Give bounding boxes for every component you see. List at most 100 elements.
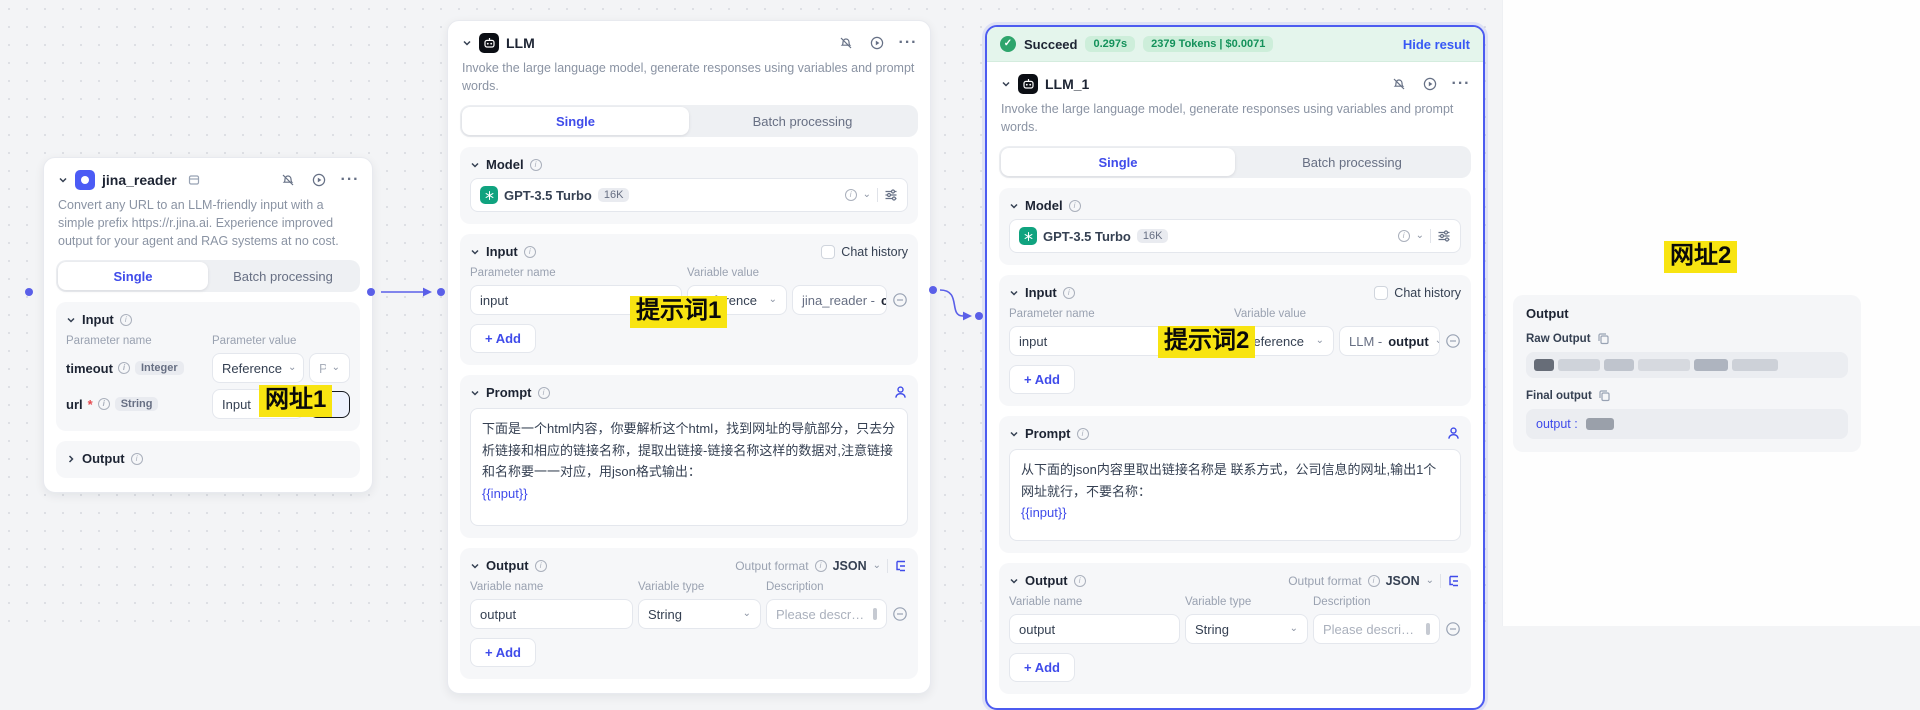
add-output-button[interactable]: + Add (1009, 653, 1075, 682)
prompt-editor[interactable]: 下面是一个html内容，你要解析这个html，找到网址的导航部分，只去分析链接和… (470, 408, 908, 526)
info-icon: i (1063, 287, 1075, 299)
tab-single[interactable]: Single (1001, 148, 1235, 176)
model-params-icon[interactable] (884, 188, 898, 202)
model-name: GPT-3.5 Turbo (1043, 229, 1131, 244)
variable-type-select[interactable]: String⌄ (1185, 614, 1308, 644)
node-llm[interactable]: LLM ··· Invoke the large language model,… (447, 20, 931, 694)
remove-row-icon[interactable] (1445, 621, 1461, 637)
mode-tabs: Single Batch processing (999, 146, 1471, 178)
variable-name-input[interactable]: output (470, 599, 633, 629)
model-section: Model i GPT-3.5 Turbo 16K i ⌄ (999, 188, 1471, 265)
output-format-value[interactable]: JSON (833, 559, 867, 573)
section-title: Output (1025, 573, 1068, 588)
bell-slash-icon[interactable] (280, 172, 296, 188)
model-params-icon[interactable] (1437, 229, 1451, 243)
info-icon: i (524, 246, 536, 258)
bell-slash-icon[interactable] (1391, 76, 1407, 92)
scrollbar-thumb (1426, 623, 1430, 635)
section-title: Output (486, 558, 529, 573)
col-parameter-name: Parameter name (1009, 308, 1234, 320)
prompt-editor[interactable]: 从下面的json内容里取出链接名称是 联系方式，公司信息的网址,输出1个网址就行… (1009, 449, 1461, 541)
chat-history-checkbox[interactable]: Chat history (1374, 286, 1461, 300)
section-chevron-icon[interactable] (470, 160, 480, 170)
section-chevron-icon[interactable] (470, 388, 480, 398)
checkbox-icon[interactable] (821, 245, 835, 259)
type-badge: String (115, 397, 159, 411)
jina-node-icon (75, 170, 95, 190)
info-icon: i (530, 159, 542, 171)
output-section: Output i Output format i JSON ⌄ Variable… (999, 563, 1471, 694)
more-icon[interactable]: ··· (342, 172, 358, 188)
info-icon: i (98, 398, 110, 410)
col-variable-type: Variable type (1185, 596, 1313, 608)
prompt-role-icon[interactable] (1446, 426, 1461, 441)
output-format-value[interactable]: JSON (1386, 574, 1420, 588)
remove-row-icon[interactable] (892, 292, 908, 308)
description-input[interactable]: Please describe the purpose of the (1313, 614, 1440, 644)
variable-select[interactable]: jina_reader -content⌄ (792, 285, 887, 315)
model-select[interactable]: GPT-3.5 Turbo 16K i ⌄ (1009, 219, 1461, 253)
node-jina-reader[interactable]: jina_reader ··· Convert any URL to an LL… (43, 157, 373, 493)
tab-batch[interactable]: Batch processing (1235, 148, 1469, 176)
structured-output-icon[interactable] (1447, 574, 1461, 588)
variable-select[interactable]: LLM -output⌄ (1339, 326, 1440, 356)
section-chevron-icon[interactable] (66, 454, 76, 464)
llm-node-icon (479, 33, 499, 53)
redacted-blob (1638, 359, 1690, 371)
structured-output-icon[interactable] (894, 559, 908, 573)
prompt-text: 下面是一个html内容，你要解析这个html，找到网址的导航部分，只去分析链接和… (482, 418, 896, 482)
add-param-button[interactable]: + Add (470, 324, 536, 353)
section-chevron-icon[interactable] (1009, 429, 1019, 439)
more-icon[interactable]: ··· (1453, 76, 1469, 92)
info-icon: i (1074, 575, 1086, 587)
variable-type-select[interactable]: String⌄ (638, 599, 761, 629)
mode-select[interactable]: Reference⌄ (212, 353, 304, 383)
collapse-chevron-icon[interactable] (462, 38, 472, 48)
bell-slash-icon[interactable] (838, 35, 854, 51)
section-chevron-icon[interactable] (470, 247, 480, 257)
remove-row-icon[interactable] (1445, 333, 1461, 349)
final-output-label: Final output (1526, 390, 1592, 402)
redacted-blob (1558, 359, 1600, 371)
node-llm1[interactable]: ✓ Succeed 0.297s 2379 Tokens | $0.0071 H… (985, 25, 1485, 710)
tab-batch[interactable]: Batch processing (208, 262, 358, 290)
section-title: Prompt (1025, 426, 1071, 441)
copy-icon[interactable] (1597, 332, 1610, 345)
section-chevron-icon[interactable] (470, 561, 480, 571)
section-chevron-icon[interactable] (1009, 201, 1019, 211)
output-row: output String⌄ Please describe the purpo… (1009, 614, 1461, 644)
collapse-chevron-icon[interactable] (1001, 79, 1011, 89)
model-name: GPT-3.5 Turbo (504, 188, 592, 203)
section-chevron-icon[interactable] (66, 315, 76, 325)
description-input[interactable]: Please describe the purpose of the (766, 599, 887, 629)
remove-row-icon[interactable] (892, 606, 908, 622)
variable-name-input[interactable]: output (1009, 614, 1180, 644)
tab-single[interactable]: Single (58, 262, 208, 290)
more-icon[interactable]: ··· (900, 35, 916, 51)
output-format-label: Output format (1288, 574, 1361, 588)
col-description: Description (1313, 596, 1371, 608)
checkbox-icon[interactable] (1374, 286, 1388, 300)
node-title: jina_reader (102, 172, 177, 188)
prompt-role-icon[interactable] (893, 385, 908, 400)
add-param-button[interactable]: + Add (1009, 365, 1075, 394)
run-step-icon[interactable] (311, 172, 327, 188)
add-output-button[interactable]: + Add (470, 638, 536, 667)
run-status-banner: ✓ Succeed 0.297s 2379 Tokens | $0.0071 H… (987, 27, 1483, 62)
model-select[interactable]: GPT-3.5 Turbo 16K i ⌄ (470, 178, 908, 212)
chat-history-checkbox[interactable]: Chat history (821, 245, 908, 259)
hide-result-link[interactable]: Hide result (1403, 37, 1470, 52)
collapse-chevron-icon[interactable] (58, 175, 68, 185)
run-step-icon[interactable] (1422, 76, 1438, 92)
final-output-key: output : (1536, 417, 1578, 431)
tab-batch[interactable]: Batch processing (689, 107, 916, 135)
value-select[interactable]: Please select⌄ (309, 353, 350, 383)
tab-single[interactable]: Single (462, 107, 689, 135)
section-chevron-icon[interactable] (1009, 576, 1019, 586)
llm-node-icon (1018, 74, 1038, 94)
info-icon: i (120, 314, 132, 326)
info-icon: i (118, 362, 130, 374)
section-chevron-icon[interactable] (1009, 288, 1019, 298)
run-step-icon[interactable] (869, 35, 885, 51)
copy-icon[interactable] (1598, 389, 1611, 402)
